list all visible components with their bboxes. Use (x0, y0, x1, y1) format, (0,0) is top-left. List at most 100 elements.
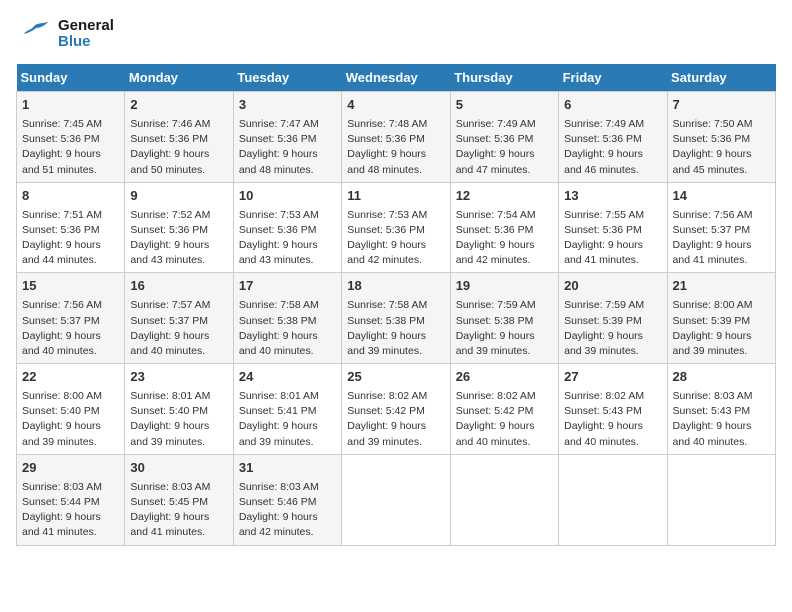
day-info: Sunrise: 7:53 AM (347, 208, 444, 223)
day-info: Sunset: 5:36 PM (130, 223, 227, 238)
day-info: Daylight: 9 hours (673, 147, 770, 162)
day-number: 14 (673, 187, 770, 206)
day-number: 11 (347, 187, 444, 206)
day-info: Sunrise: 7:49 AM (564, 117, 661, 132)
day-info: Sunset: 5:36 PM (347, 132, 444, 147)
calendar-cell: 23Sunrise: 8:01 AMSunset: 5:40 PMDayligh… (125, 364, 233, 455)
day-info: Sunrise: 8:00 AM (22, 389, 119, 404)
day-info: and 43 minutes. (130, 253, 227, 268)
calendar-cell: 31Sunrise: 8:03 AMSunset: 5:46 PMDayligh… (233, 454, 341, 545)
day-info: Sunrise: 8:03 AM (239, 480, 336, 495)
day-number: 28 (673, 368, 770, 387)
weekday-header: Monday (125, 64, 233, 92)
day-number: 4 (347, 96, 444, 115)
calendar-cell: 20Sunrise: 7:59 AMSunset: 5:39 PMDayligh… (559, 273, 667, 364)
calendar-cell: 1Sunrise: 7:45 AMSunset: 5:36 PMDaylight… (17, 92, 125, 183)
calendar-cell (342, 454, 450, 545)
day-info: and 39 minutes. (564, 344, 661, 359)
calendar-cell: 10Sunrise: 7:53 AMSunset: 5:36 PMDayligh… (233, 182, 341, 273)
day-info: and 40 minutes. (564, 435, 661, 450)
calendar-cell: 18Sunrise: 7:58 AMSunset: 5:38 PMDayligh… (342, 273, 450, 364)
day-number: 5 (456, 96, 553, 115)
day-info: Daylight: 9 hours (22, 147, 119, 162)
day-info: Daylight: 9 hours (564, 147, 661, 162)
day-info: and 46 minutes. (564, 163, 661, 178)
day-info: and 41 minutes. (22, 525, 119, 540)
day-info: and 48 minutes. (347, 163, 444, 178)
calendar-cell: 16Sunrise: 7:57 AMSunset: 5:37 PMDayligh… (125, 273, 233, 364)
weekday-header: Thursday (450, 64, 558, 92)
day-info: Daylight: 9 hours (22, 329, 119, 344)
day-number: 7 (673, 96, 770, 115)
calendar-cell: 17Sunrise: 7:58 AMSunset: 5:38 PMDayligh… (233, 273, 341, 364)
calendar-cell: 3 Sunrise: 7:47 AMSunset: 5:36 PMDaylight… (233, 92, 341, 183)
day-number: 31 (239, 459, 336, 478)
logo-bird-icon (16, 16, 52, 52)
day-info: Sunset: 5:44 PM (22, 495, 119, 510)
day-info: and 39 minutes. (673, 344, 770, 359)
day-info: Sunset: 5:42 PM (347, 404, 444, 419)
day-info: Sunrise: 8:02 AM (347, 389, 444, 404)
day-info: and 50 minutes. (130, 163, 227, 178)
calendar-cell (559, 454, 667, 545)
calendar-cell: 8Sunrise: 7:51 AMSunset: 5:36 PMDaylight… (17, 182, 125, 273)
weekday-header: Saturday (667, 64, 775, 92)
day-info: Daylight: 9 hours (130, 329, 227, 344)
day-info: Sunset: 5:36 PM (673, 132, 770, 147)
day-number: 3 (239, 96, 336, 115)
day-info: and 40 minutes. (22, 344, 119, 359)
day-info: Daylight: 9 hours (347, 147, 444, 162)
day-info: and 44 minutes. (22, 253, 119, 268)
day-info: and 41 minutes. (673, 253, 770, 268)
day-info: Sunset: 5:36 PM (456, 132, 553, 147)
day-info: Sunset: 5:36 PM (22, 223, 119, 238)
logo-general: General (58, 18, 114, 35)
weekday-header: Sunday (17, 64, 125, 92)
calendar-cell: 14Sunrise: 7:56 AMSunset: 5:37 PMDayligh… (667, 182, 775, 273)
day-info: Sunrise: 7:52 AM (130, 208, 227, 223)
day-info: Sunrise: 7:54 AM (456, 208, 553, 223)
day-info: Daylight: 9 hours (347, 238, 444, 253)
day-info: and 39 minutes. (347, 435, 444, 450)
day-info: and 39 minutes. (130, 435, 227, 450)
day-info: Sunrise: 8:03 AM (673, 389, 770, 404)
calendar-table: SundayMondayTuesdayWednesdayThursdayFrid… (16, 64, 776, 546)
day-info: Sunrise: 8:01 AM (239, 389, 336, 404)
day-info: Sunset: 5:41 PM (239, 404, 336, 419)
day-info: and 43 minutes. (239, 253, 336, 268)
day-info: Daylight: 9 hours (673, 329, 770, 344)
calendar-cell: 7Sunrise: 7:50 AMSunset: 5:36 PMDaylight… (667, 92, 775, 183)
day-info: and 47 minutes. (456, 163, 553, 178)
day-info: Sunset: 5:38 PM (347, 314, 444, 329)
day-number: 27 (564, 368, 661, 387)
day-info: Sunrise: 7:57 AM (130, 298, 227, 313)
day-number: 6 (564, 96, 661, 115)
day-info: Sunset: 5:37 PM (130, 314, 227, 329)
day-info: Daylight: 9 hours (130, 510, 227, 525)
day-info: Daylight: 9 hours (239, 147, 336, 162)
day-info: Sunrise: 7:59 AM (564, 298, 661, 313)
day-info: Sunrise: 8:03 AM (130, 480, 227, 495)
day-info: Sunset: 5:36 PM (239, 132, 336, 147)
day-info: Sunset: 5:37 PM (673, 223, 770, 238)
day-info: Sunrise: 7:56 AM (673, 208, 770, 223)
day-info: and 40 minutes. (673, 435, 770, 450)
day-info: and 42 minutes. (456, 253, 553, 268)
day-info: Sunset: 5:39 PM (673, 314, 770, 329)
day-info: Sunrise: 8:02 AM (456, 389, 553, 404)
day-info: and 39 minutes. (347, 344, 444, 359)
calendar-cell: 25Sunrise: 8:02 AMSunset: 5:42 PMDayligh… (342, 364, 450, 455)
calendar-cell: 12Sunrise: 7:54 AMSunset: 5:36 PMDayligh… (450, 182, 558, 273)
day-number: 18 (347, 277, 444, 296)
day-info: Daylight: 9 hours (673, 419, 770, 434)
calendar-cell: 28Sunrise: 8:03 AMSunset: 5:43 PMDayligh… (667, 364, 775, 455)
day-info: Sunrise: 7:47 AM (239, 117, 336, 132)
calendar-cell (450, 454, 558, 545)
calendar-cell: 27Sunrise: 8:02 AMSunset: 5:43 PMDayligh… (559, 364, 667, 455)
day-info: Sunset: 5:36 PM (347, 223, 444, 238)
day-info: Daylight: 9 hours (130, 238, 227, 253)
day-info: Sunset: 5:36 PM (22, 132, 119, 147)
calendar-cell: 21Sunrise: 8:00 AMSunset: 5:39 PMDayligh… (667, 273, 775, 364)
day-info: Sunrise: 8:03 AM (22, 480, 119, 495)
calendar-cell: 6Sunrise: 7:49 AMSunset: 5:36 PMDaylight… (559, 92, 667, 183)
